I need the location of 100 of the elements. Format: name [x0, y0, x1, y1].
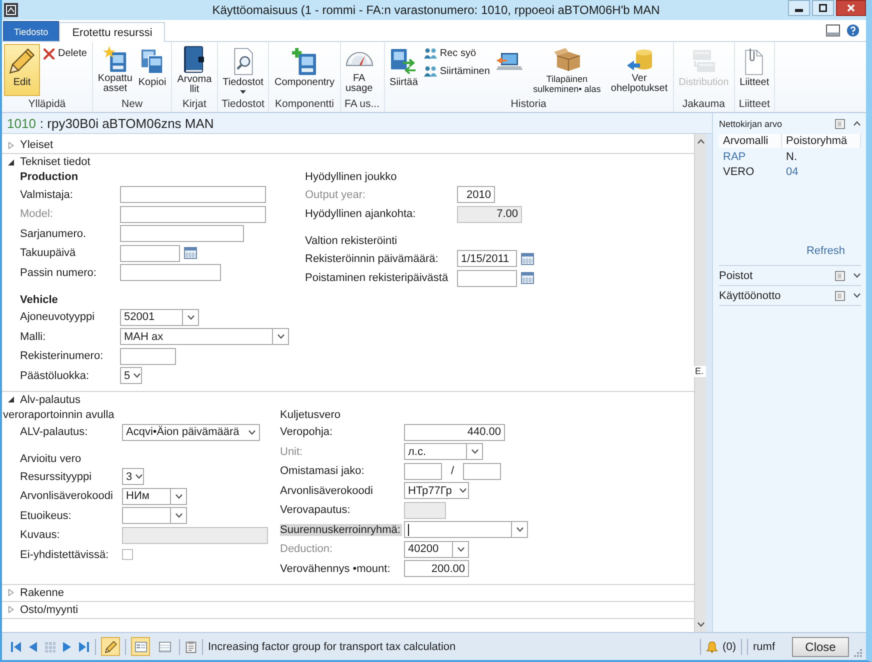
dropdown-field[interactable]: 40200: [404, 540, 469, 558]
ribbon-button[interactable]: Ver ohelpotukset: [608, 44, 671, 96]
date-field[interactable]: 1/15/2011: [457, 250, 517, 268]
section-header[interactable]: Tekniset tiedot: [2, 154, 694, 170]
dropdown-field[interactable]: Acqvi•Äion päivämäärä: [122, 424, 260, 441]
ribbon-button[interactable]: FA usage: [342, 44, 376, 96]
ribbon-button[interactable]: Kopioi: [135, 44, 170, 96]
calendar-icon[interactable]: [521, 252, 534, 265]
input-field[interactable]: [120, 186, 266, 204]
chevron-down-icon: [277, 334, 285, 340]
tab[interactable]: Erotettu resurssi: [59, 22, 166, 42]
section-header[interactable]: Osto/myynti: [2, 602, 694, 618]
layout-icon[interactable]: [826, 24, 840, 37]
checkbox[interactable]: [122, 549, 133, 560]
dropdown-field[interactable]: л.с.: [404, 443, 483, 460]
bell-icon[interactable]: [706, 640, 718, 652]
first-record-icon[interactable]: [10, 640, 22, 652]
document-add-icon: [292, 48, 316, 74]
input-field[interactable]: [404, 462, 442, 480]
field-label: Ajoneuvotyyppi: [20, 311, 96, 324]
ribbon-button[interactable]: Componentry: [271, 44, 338, 96]
text-cursor-icon: [408, 524, 409, 536]
ribbon-button[interactable]: Tiedostot: [220, 44, 266, 96]
input-field[interactable]: 2010: [457, 186, 495, 204]
chevron-up-icon: [696, 139, 704, 144]
input-field[interactable]: 7.00: [457, 206, 522, 223]
scrollbar[interactable]: [694, 134, 706, 632]
dropdown-field[interactable]: [404, 521, 528, 538]
section-header[interactable]: Rakenne: [2, 584, 694, 600]
group-title: Production: [20, 170, 80, 185]
ribbon-button[interactable]: Delete: [40, 46, 90, 61]
notification-count[interactable]: (0): [722, 640, 736, 652]
group-title: Vehicle: [20, 292, 59, 308]
calendar-icon[interactable]: [184, 247, 197, 260]
dropdown-field[interactable]: 52001: [120, 308, 199, 326]
dropdown-field[interactable]: 3: [122, 468, 144, 486]
input-field[interactable]: [120, 206, 266, 223]
ribbon-button[interactable]: Kopattu asset: [94, 44, 136, 96]
chevron-down-icon: [471, 449, 479, 454]
table-link[interactable]: RAP: [719, 151, 782, 163]
panel-header[interactable]: Poistot: [719, 266, 861, 285]
help-icon[interactable]: [846, 24, 860, 37]
close-button[interactable]: Close: [792, 636, 849, 656]
table-link[interactable]: 04: [782, 166, 861, 178]
input-field[interactable]: [120, 348, 176, 365]
input-field[interactable]: [122, 526, 268, 544]
date-field[interactable]: [457, 270, 517, 287]
dropdown-field[interactable]: НТр77Гр: [404, 482, 469, 500]
chevron-down-icon: [133, 373, 142, 378]
maximize-button[interactable]: [812, 0, 834, 16]
input-field[interactable]: 200.00: [404, 560, 469, 578]
ribbon-button[interactable]: Arvoma llit: [174, 44, 215, 96]
section-header[interactable]: Yleiset: [2, 137, 694, 153]
record-id: 1010: [7, 116, 36, 130]
next-icon[interactable]: [61, 640, 73, 652]
panel-header[interactable]: Nettokirjan arvo: [719, 113, 861, 134]
field-label: Ei-yhdistettävissä:: [20, 548, 110, 561]
edit-mode-button[interactable]: [101, 637, 120, 656]
calendar-icon[interactable]: [521, 272, 534, 284]
ribbon-button[interactable]: Edit: [4, 44, 40, 96]
clipboard-icon[interactable]: [185, 640, 197, 652]
panel-header[interactable]: Käyttöönotto: [719, 286, 861, 305]
dropdown-field[interactable]: НИм: [122, 488, 187, 505]
input-field[interactable]: [404, 502, 446, 519]
section-header[interactable]: Alv-palautus: [2, 392, 694, 408]
ribbon-button[interactable]: Tilapäinen sulkeminen• alas: [526, 44, 608, 96]
field-label: Poistaminen rekisteripäivästä: [305, 272, 450, 284]
minimize-button[interactable]: [788, 0, 810, 16]
ribbon-group-label: Jakauma: [681, 97, 726, 112]
input-field[interactable]: 440.00: [404, 424, 505, 441]
close-window-button[interactable]: [836, 0, 866, 16]
view-button[interactable]: [131, 637, 150, 656]
people-icon: [424, 66, 437, 77]
ribbon-button[interactable]: Liitteet: [736, 44, 772, 96]
date-field[interactable]: [120, 244, 180, 262]
ribbon-group-label: Tiedostot: [220, 97, 266, 112]
resize-grip-icon[interactable]: [854, 649, 862, 657]
ribbon-button[interactable]: Siirtää: [386, 44, 421, 96]
tab[interactable]: Tiedosto: [3, 21, 60, 41]
field-label: Deduction:: [280, 543, 334, 556]
input-field[interactable]: [463, 462, 502, 480]
chevron-down-icon: [135, 474, 144, 480]
refresh-link[interactable]: Refresh: [806, 245, 845, 257]
chevron-down-icon: [696, 622, 704, 627]
company-label[interactable]: rumf: [753, 640, 775, 652]
ribbon-group-label: Ylläpidä: [27, 97, 67, 112]
field-label: Unit:: [280, 446, 304, 458]
input-field[interactable]: [120, 225, 244, 242]
dropdown-field[interactable]: 5: [120, 367, 142, 384]
ribbon-button[interactable]: Rec syö: [420, 46, 493, 61]
ribbon-button[interactable]: Siirtäminen: [420, 64, 493, 79]
dropdown-field[interactable]: [122, 507, 187, 524]
database-icon: [626, 48, 652, 70]
dropdown-field[interactable]: МАН ах: [120, 328, 289, 346]
input-field[interactable]: [120, 264, 221, 282]
last-record-icon[interactable]: [78, 640, 90, 652]
group-title: Hyödyllinen joukko: [305, 170, 398, 185]
field-label: Verovapautus:: [280, 504, 352, 516]
previous-icon[interactable]: [27, 640, 39, 652]
document-search-icon: [234, 48, 253, 74]
